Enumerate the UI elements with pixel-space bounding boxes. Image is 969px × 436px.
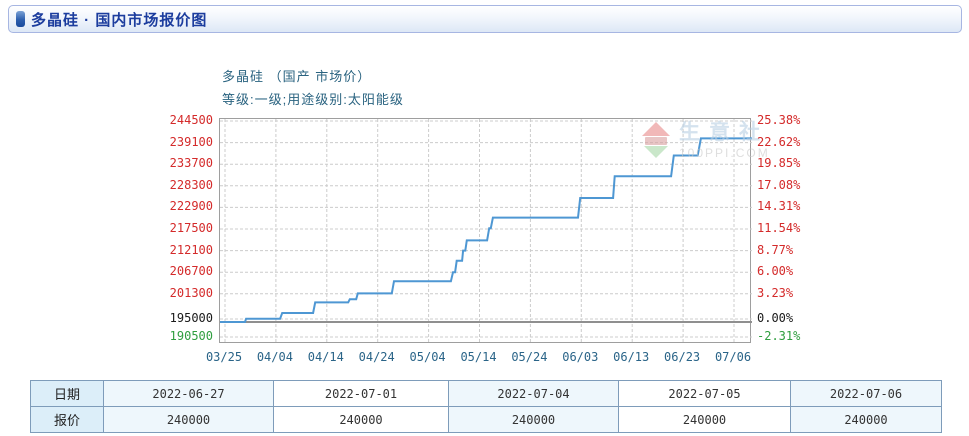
chart-title: 多晶硅 （国产 市场价）: [222, 66, 371, 85]
y-left-label: 206700: [163, 264, 213, 278]
x-tick-label: 04/04: [253, 350, 297, 364]
y-right-label: 0.00%: [757, 311, 793, 325]
y-right-label: 19.85%: [757, 156, 800, 170]
price-series-line: [220, 138, 752, 322]
x-tick-label: 03/25: [202, 350, 246, 364]
y-right-label: 25.38%: [757, 113, 800, 127]
y-left-label: 190500: [163, 329, 213, 343]
price-chart-plot: [219, 118, 751, 343]
x-tick-label: 05/14: [457, 350, 501, 364]
y-right-label: 22.62%: [757, 135, 800, 149]
chart-subtitle: 等级:一级;用途级别:太阳能级: [222, 89, 404, 108]
y-right-label: 8.77%: [757, 243, 793, 257]
x-tick-label: 06/13: [609, 350, 653, 364]
y-left-label: 212100: [163, 243, 213, 257]
y-left-label: 201300: [163, 286, 213, 300]
header-tick-icon: [16, 11, 25, 27]
y-right-label: 6.00%: [757, 264, 793, 278]
y-left-label: 222900: [163, 199, 213, 213]
y-left-label: 195000: [163, 311, 213, 325]
price-cell: 240000: [619, 407, 791, 433]
price-cell: 240000: [104, 407, 274, 433]
y-left-label: 239100: [163, 135, 213, 149]
x-tick-label: 05/24: [507, 350, 551, 364]
y-right-label: 11.54%: [757, 221, 800, 235]
price-cell: 240000: [449, 407, 619, 433]
table-row-prices: 报价 240000240000240000240000240000: [31, 407, 942, 433]
price-line-chart: [220, 119, 752, 344]
y-right-label: 17.08%: [757, 178, 800, 192]
quote-table: 日期 2022-06-272022-07-012022-07-042022-07…: [30, 380, 942, 433]
date-cell: 2022-07-04: [449, 381, 619, 407]
date-cell: 2022-06-27: [104, 381, 274, 407]
x-tick-label: 07/06: [711, 350, 755, 364]
y-left-label: 228300: [163, 178, 213, 192]
y-right-label: 14.31%: [757, 199, 800, 213]
page-header: 多晶硅 · 国内市场报价图: [8, 5, 962, 33]
date-cell: 2022-07-05: [619, 381, 791, 407]
y-left-label: 244500: [163, 113, 213, 127]
y-left-label: 217500: [163, 221, 213, 235]
x-tick-label: 06/23: [660, 350, 704, 364]
x-tick-label: 04/24: [355, 350, 399, 364]
y-right-label: -2.31%: [757, 329, 800, 343]
x-tick-label: 05/04: [406, 350, 450, 364]
row-header-date: 日期: [31, 381, 104, 407]
date-cell: 2022-07-06: [791, 381, 942, 407]
price-cell: 240000: [274, 407, 449, 433]
x-tick-label: 06/03: [558, 350, 602, 364]
page-title: 多晶硅 · 国内市场报价图: [31, 9, 207, 30]
price-cell: 240000: [791, 407, 942, 433]
x-tick-label: 04/14: [304, 350, 348, 364]
date-cell: 2022-07-01: [274, 381, 449, 407]
y-right-label: 3.23%: [757, 286, 793, 300]
table-row-dates: 日期 2022-06-272022-07-012022-07-042022-07…: [31, 381, 942, 407]
y-left-label: 233700: [163, 156, 213, 170]
row-header-price: 报价: [31, 407, 104, 433]
